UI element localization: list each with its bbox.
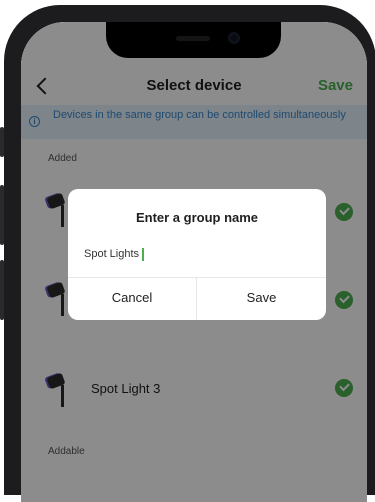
text-cursor (142, 247, 144, 261)
group-name-input-value: Spot Lights (84, 248, 140, 260)
dialog-title: Enter a group name (135, 210, 259, 225)
phone-side-button (0, 260, 4, 320)
screen: Select device Save i Devices in the same… (21, 22, 367, 502)
group-name-input[interactable]: Spot Lights (84, 245, 304, 263)
phone-side-button (0, 127, 4, 157)
phone-frame: Select device Save i Devices in the same… (0, 5, 375, 502)
dialog-save-button[interactable]: Save (197, 278, 326, 320)
group-name-dialog: Enter a group name Spot Lights Cancel Sa… (68, 189, 326, 320)
phone-side-button (0, 185, 4, 245)
dialog-actions: Cancel Save (68, 277, 326, 320)
cancel-button[interactable]: Cancel (68, 278, 197, 320)
